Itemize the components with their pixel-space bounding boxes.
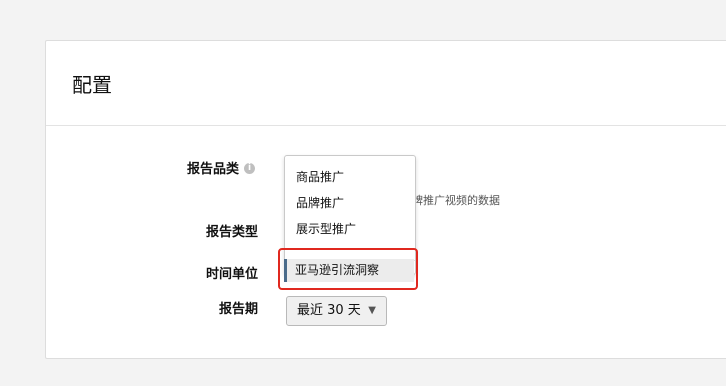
highlight-annotation — [278, 248, 418, 290]
chevron-down-icon: ▼ — [368, 305, 376, 316]
report-period-value: 最近 30 天 — [297, 303, 361, 318]
menu-item-sponsored-display[interactable]: 展示型推广 — [296, 220, 356, 237]
report-type-label: 报告类型 — [206, 225, 259, 240]
panel-header — [46, 41, 726, 126]
report-period-label: 报告期 — [219, 302, 259, 317]
menu-item-sponsored-products[interactable]: 商品推广 — [296, 168, 344, 185]
panel-title: 配置 — [72, 73, 112, 97]
report-period-select[interactable]: 最近 30 天 ▼ — [286, 296, 387, 326]
config-panel: 配置 报告品类 i 牌推广视频的数据 报告类型 时间单位 报告期 商品推广 品牌… — [45, 40, 726, 359]
report-category-helper-text: 牌推广视频的数据 — [412, 194, 500, 207]
info-icon[interactable]: i — [244, 163, 255, 174]
time-unit-label: 时间单位 — [206, 267, 259, 282]
report-category-label: 报告品类 — [187, 162, 240, 177]
menu-item-sponsored-brands[interactable]: 品牌推广 — [296, 194, 344, 211]
